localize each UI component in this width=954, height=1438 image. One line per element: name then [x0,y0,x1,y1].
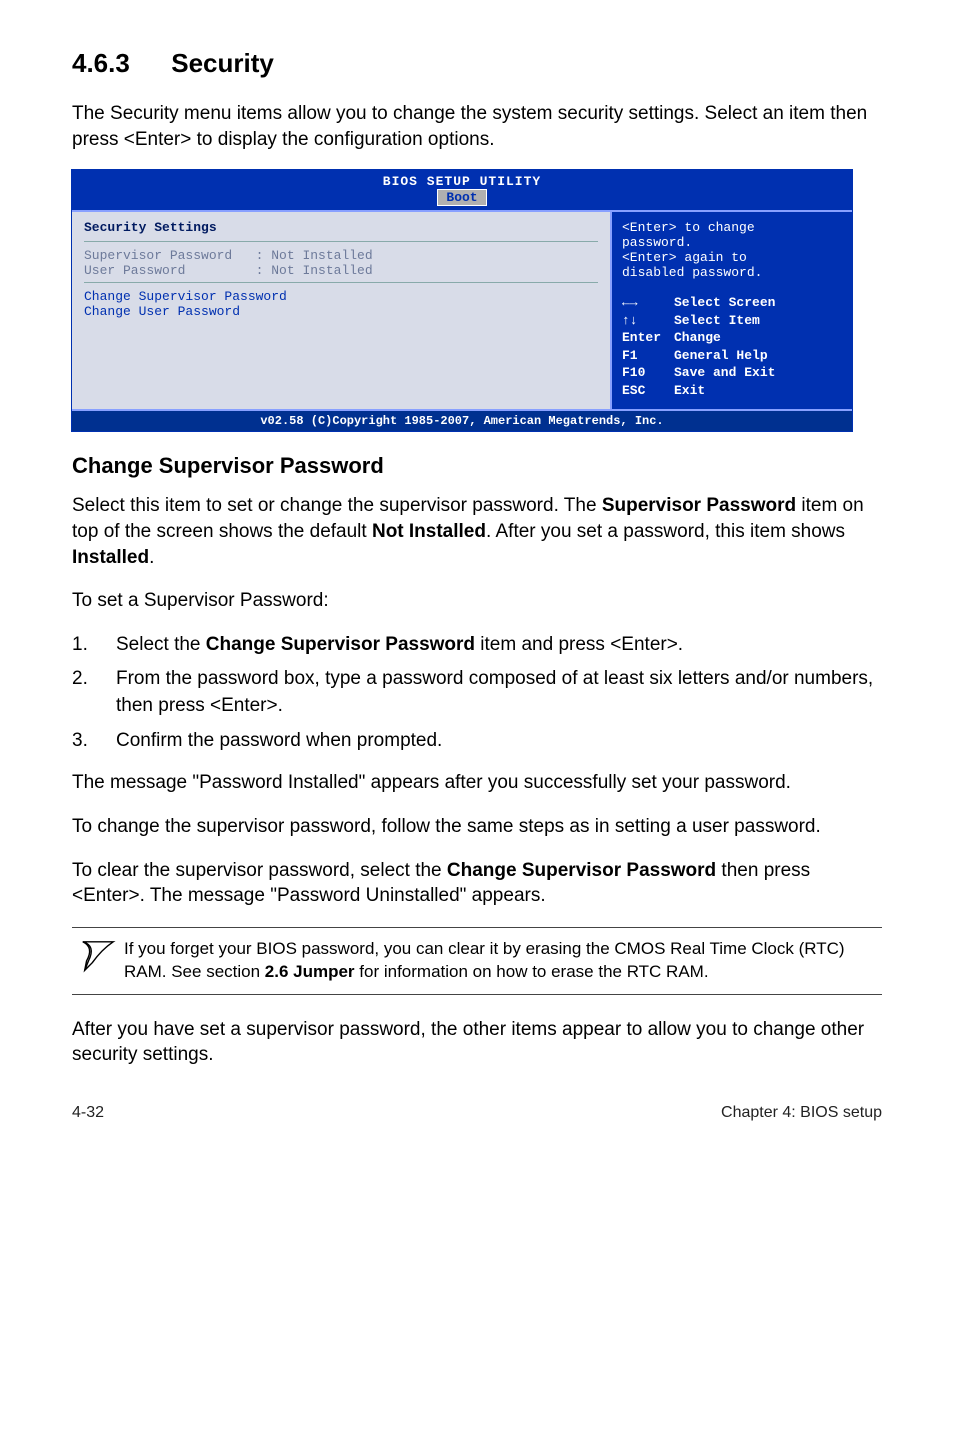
step-number: 1. [72,632,116,659]
bios-tab-row: Boot [72,189,852,210]
intro-paragraph: The Security menu items allow you to cha… [72,101,882,152]
text: . [149,547,154,568]
text: for information on how to erase the RTC … [355,962,709,981]
bios-hint-line: <Enter> again to [622,250,842,265]
bios-row-label: Supervisor Password [84,248,232,263]
pencil-icon [79,938,117,976]
paragraph: After you have set a supervisor password… [72,1017,882,1068]
list-item: 2. From the password box, type a passwor… [72,666,882,719]
list-item: 3. Confirm the password when prompted. [72,728,882,755]
step-number: 3. [72,728,116,755]
bold-text: 2.6 Jumper [265,962,355,981]
section-heading: 4.6.3 Security [72,48,882,79]
text: . After you set a password, this item sh… [486,521,845,542]
bios-nav-desc: General Help [674,347,768,365]
text: To clear the supervisor password, select… [72,860,447,881]
bios-nav-key: ←→ [622,294,674,312]
paragraph: The message "Password Installed" appears… [72,770,882,796]
bios-nav-desc: Select Item [674,312,760,330]
text: item and press <Enter>. [475,634,683,655]
note-icon [72,938,124,981]
page-number: 4-32 [72,1104,104,1122]
bios-tab-boot: Boot [437,189,486,206]
chapter-label: Chapter 4: BIOS setup [721,1104,882,1122]
bios-footer: v02.58 (C)Copyright 1985-2007, American … [72,411,852,431]
bios-right-panel: <Enter> to change password. <Enter> agai… [612,212,852,409]
bios-row-user: User Password : Not Installed [84,263,598,278]
paragraph: Select this item to set or change the su… [72,493,882,570]
bios-row-value: : Not Installed [256,263,373,278]
bios-row-supervisor: Supervisor Password : Not Installed [84,248,598,263]
bios-item-change-supervisor: Change Supervisor Password [84,289,598,304]
bios-nav-desc: Change [674,329,721,347]
bold-text: Supervisor Password [602,495,796,516]
bios-row-label: User Password [84,263,185,278]
bios-nav-desc: Select Screen [674,294,775,312]
bold-text: Change Supervisor Password [206,634,475,655]
text: Select the [116,634,206,655]
text: Select this item to set or change the su… [72,495,602,516]
step-number: 2. [72,666,116,719]
bold-text: Not Installed [372,521,486,542]
bios-nav-key: F10 [622,364,674,382]
bios-security-heading: Security Settings [84,220,598,235]
page-footer: 4-32 Chapter 4: BIOS setup [72,1104,882,1122]
bios-hint-line: disabled password. [622,265,842,280]
section-title-text: Security [171,48,274,78]
bios-nav-key: F1 [622,347,674,365]
subheading-change-supervisor: Change Supervisor Password [72,453,882,479]
bios-hint-line: password. [622,235,842,250]
bios-nav-key: ↑↓ [622,312,674,330]
bold-text: Change Supervisor Password [447,860,716,881]
paragraph: To set a Supervisor Password: [72,588,882,614]
bios-nav-key: Enter [622,329,674,347]
bold-text: Installed [72,547,149,568]
bios-nav-key: ESC [622,382,674,400]
bios-nav-desc: Exit [674,382,705,400]
paragraph: To clear the supervisor password, select… [72,858,882,909]
paragraph: To change the supervisor password, follo… [72,814,882,840]
section-number: 4.6.3 [72,48,164,79]
note-text: If you forget your BIOS password, you ca… [124,938,882,984]
bios-nav-help: ←→Select Screen ↑↓Select Item EnterChang… [622,294,842,399]
list-item: 1. Select the Change Supervisor Password… [72,632,882,659]
bios-item-change-user: Change User Password [84,304,598,319]
bios-title: BIOS SETUP UTILITY [72,170,852,189]
text: Confirm the password when prompted. [116,730,442,751]
bios-hint-line: <Enter> to change [622,220,842,235]
bios-row-value: : Not Installed [256,248,373,263]
bios-nav-desc: Save and Exit [674,364,775,382]
bios-left-panel: Security Settings Supervisor Password : … [72,212,612,409]
bios-screenshot: BIOS SETUP UTILITY Boot Security Setting… [72,170,852,431]
steps-list: 1. Select the Change Supervisor Password… [72,632,882,754]
note-callout: If you forget your BIOS password, you ca… [72,927,882,995]
text: From the password box, type a password c… [116,668,873,716]
